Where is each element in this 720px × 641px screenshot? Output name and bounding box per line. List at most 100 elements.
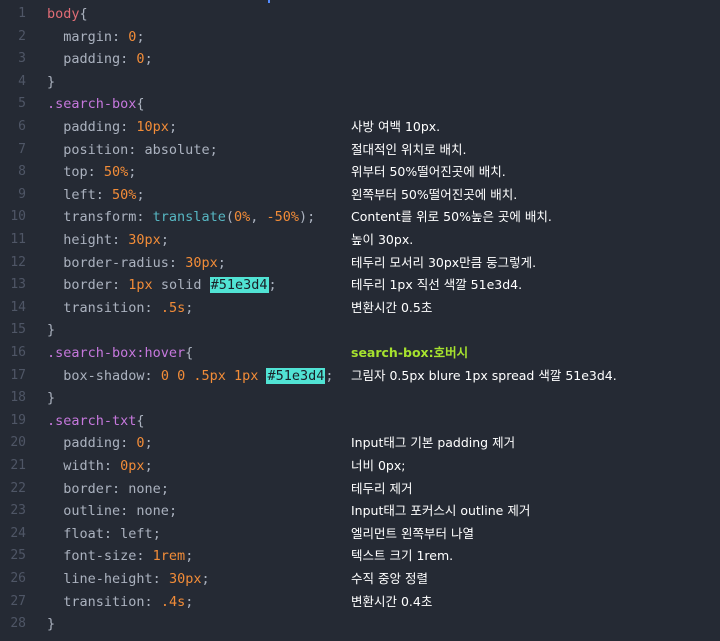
code-line[interactable]: 4} xyxy=(0,71,720,94)
code-text[interactable]: float: left; xyxy=(47,523,161,546)
code-token: 1px xyxy=(128,277,153,294)
code-token: -50% xyxy=(266,209,300,226)
code-token: top xyxy=(47,164,88,181)
code-token: ; xyxy=(136,186,145,203)
code-text[interactable]: padding: 0; xyxy=(47,48,153,71)
code-text[interactable]: border: 1px solid #51e3d4; xyxy=(47,274,277,297)
code-token: : xyxy=(120,435,137,452)
code-line[interactable]: 23 outline: none; Input태그 포커스시 outline 제거 xyxy=(0,500,720,523)
code-line[interactable]: 28} xyxy=(0,613,720,636)
code-line[interactable]: 15} xyxy=(0,319,720,342)
code-line[interactable]: 22 border: none; 테두리 제거 xyxy=(0,478,720,501)
code-line[interactable]: 21 width: 0px; 너비 0px; xyxy=(0,455,720,478)
code-line[interactable]: 1 body{ xyxy=(0,3,720,26)
annotation-text: 수직 중앙 정렬 xyxy=(351,571,428,586)
code-text[interactable]: line-height: 30px; xyxy=(47,568,209,591)
code-text[interactable]: height: 30px; xyxy=(47,229,169,252)
code-text[interactable]: outline: none; xyxy=(47,500,177,523)
line-number: 15 xyxy=(10,322,26,338)
code-text[interactable]: border-radius: 30px; xyxy=(47,252,226,275)
annotation-text: 너비 0px; xyxy=(351,458,406,473)
code-line[interactable]: 14 transition: .5s; 변환시간 0.5초 xyxy=(0,297,720,320)
code-text[interactable]: transition: .5s; xyxy=(47,297,193,320)
code-line[interactable]: 2 margin: 0; xyxy=(0,26,720,49)
code-line[interactable]: 5 .search-box{ xyxy=(0,93,720,116)
line-number: 3 xyxy=(18,51,26,67)
code-text[interactable]: top: 50%; xyxy=(47,161,136,184)
code-token: { xyxy=(79,6,88,22)
code-line[interactable]: 12 border-radius: 30px; 테두리 모서리 30px만큼 둥그… xyxy=(0,252,720,275)
code-token: 0px xyxy=(120,458,145,474)
code-token: ; xyxy=(185,299,194,316)
line-number: 24 xyxy=(10,525,26,541)
code-line[interactable]: 8 top: 50%; 위부터 50%떨어진곳에 배치. xyxy=(0,161,720,184)
annotation-text: Input태그 포커스시 outline 제거 xyxy=(351,503,531,519)
code-text[interactable]: width: 0px; xyxy=(47,455,152,478)
code-text[interactable]: font-size: 1rem; xyxy=(47,545,193,568)
code-text[interactable]: } xyxy=(47,319,55,342)
code-line[interactable]: 18} xyxy=(0,387,720,410)
code-token: ; xyxy=(160,232,169,248)
code-text[interactable]: .search-txt{ xyxy=(47,410,145,433)
code-token: width xyxy=(47,458,104,474)
line-number: 2 xyxy=(18,28,26,44)
code-text[interactable]: transform: translate(0%, -50%); xyxy=(47,206,315,229)
code-token: 50% xyxy=(103,164,129,181)
line-number: 18 xyxy=(10,390,26,406)
code-text[interactable]: .search-box:hover{ xyxy=(47,342,193,365)
code-text[interactable]: border: none; xyxy=(47,478,169,501)
highlighted-color-token: #51e3d4 xyxy=(209,277,269,294)
code-token: 10px xyxy=(136,119,169,135)
code-line[interactable]: 6 padding: 10px; 사방 여백 10px. xyxy=(0,116,720,139)
code-token: ; xyxy=(144,435,153,452)
code-token: translate xyxy=(152,209,226,226)
code-text[interactable]: padding: 10px; xyxy=(47,116,177,139)
code-line[interactable]: 19 .search-txt{ xyxy=(0,410,720,433)
annotation-text: 텍스트 크기 1rem. xyxy=(351,548,454,564)
code-line[interactable]: 11 height: 30px; 높이 30px. xyxy=(0,229,720,252)
code-text[interactable]: padding: 0; xyxy=(47,432,153,455)
code-text[interactable]: box-shadow: 0 0 .5px 1px #51e3d4; xyxy=(47,365,334,388)
code-line[interactable]: 24 float: left; 엘리먼트 왼쪽부터 나열 xyxy=(0,523,720,546)
code-line[interactable]: 9 left: 50%; 왼쪽부터 50%떨어진곳에 배치. xyxy=(0,184,720,207)
code-text[interactable]: } xyxy=(47,613,55,636)
code-line[interactable]: 10 transform: translate(0%, -50%); Conten… xyxy=(0,206,720,229)
code-token: ; xyxy=(168,119,178,135)
annotation-text: 테두리 제거 xyxy=(351,480,413,496)
code-text[interactable]: } xyxy=(47,71,55,94)
code-token: body xyxy=(47,6,80,22)
code-text[interactable]: transition: .4s; xyxy=(47,591,193,614)
code-line[interactable]: 20 padding: 0; Input태그 기본 padding 제거 xyxy=(0,432,720,455)
code-token: 1rem xyxy=(152,548,186,565)
code-token: ; xyxy=(144,51,153,68)
code-token: .search-txt xyxy=(47,412,137,429)
code-token: border-radius xyxy=(47,254,169,271)
code-text[interactable]: body{ xyxy=(47,3,88,26)
code-text[interactable]: .search-box{ xyxy=(47,93,145,116)
code-token: position xyxy=(47,141,129,158)
code-text[interactable]: left: 50%; xyxy=(47,184,145,207)
code-line[interactable]: 26 line-height: 30px; 수직 중앙 정렬 xyxy=(0,568,720,591)
code-line[interactable]: 25 font-size: 1rem; 텍스트 크기 1rem. xyxy=(0,545,720,568)
code-token: 30px xyxy=(168,571,202,587)
code-line[interactable]: 17 box-shadow: 0 0 .5px 1px #51e3d4; 그림자 … xyxy=(0,365,720,388)
code-token: } xyxy=(47,616,56,633)
code-line[interactable]: 3 padding: 0; xyxy=(0,48,720,71)
code-text[interactable]: } xyxy=(47,387,55,410)
code-editor[interactable]: 1 body{2 margin: 0; 3 padding: 0; 4} 5 .searc… xyxy=(0,0,720,641)
code-token: ; xyxy=(185,593,194,610)
code-line[interactable]: 27 transition: .4s; 변환시간 0.4초 xyxy=(0,591,720,614)
annotation-text: 테두리 1px 직선 색깔 51e3d4. xyxy=(351,277,523,293)
code-text[interactable]: margin: 0; xyxy=(47,26,145,49)
code-line[interactable]: 7 position: absolute; 절대적인 위치로 배치. xyxy=(0,139,720,162)
code-token: ; xyxy=(136,28,145,45)
annotation-text: 변환시간 0.4초 xyxy=(351,593,433,609)
code-text[interactable]: position: absolute; xyxy=(47,139,217,162)
annotation-text: 변환시간 0.5초 xyxy=(351,299,433,315)
code-token: line-height xyxy=(47,571,153,587)
annotation-text: 사방 여백 10px. xyxy=(351,119,441,134)
code-token: none xyxy=(128,480,161,497)
code-line[interactable]: 13 border: 1px solid #51e3d4; 테두리 1px 직선 … xyxy=(0,274,720,297)
code-line[interactable]: 16 .search-box:hover{search-box:호버시 xyxy=(0,342,720,365)
code-token: height xyxy=(47,232,113,248)
